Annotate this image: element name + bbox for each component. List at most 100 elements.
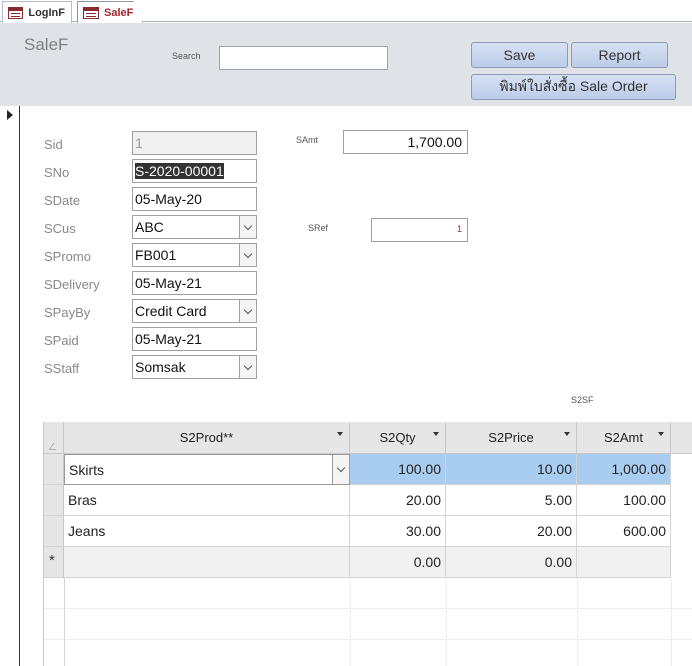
document-tab-strip: LogInF SaleF [0, 0, 692, 23]
form-header: SaleF Search Save Report พิมพ์ใบสั่งซื้อ… [0, 23, 692, 106]
empty-row [44, 578, 692, 609]
grid-line [64, 578, 65, 666]
select-all-corner[interactable] [44, 422, 64, 454]
tab-loginf-label: LogInF [28, 6, 65, 19]
grid-line [350, 578, 351, 666]
spromo-dropdown-button[interactable] [239, 244, 256, 266]
column-sort-icon[interactable] [564, 432, 570, 436]
table-cell-prod[interactable] [64, 547, 350, 578]
prod-value: Skirts [69, 462, 104, 478]
sstaff-dropdown-button[interactable] [239, 356, 256, 378]
sdate-field[interactable]: 05-May-20 [132, 187, 257, 211]
search-label: Search [172, 51, 201, 61]
row-selector[interactable] [44, 516, 64, 547]
subform-label: S2SF [571, 395, 594, 405]
column-header-s2price-label: S2Price [488, 430, 534, 445]
spromo-combo[interactable]: FB001 [132, 243, 257, 267]
sno-field[interactable]: S-2020-00001 [132, 159, 257, 183]
tab-salef-label: SaleF [104, 6, 134, 19]
sdate-label: SDate [44, 193, 81, 208]
empty-row [44, 609, 692, 640]
current-record-icon [7, 110, 13, 120]
column-header-s2amt-label: S2Amt [603, 430, 643, 445]
table-cell-price[interactable]: 5.00 [446, 485, 577, 516]
table-cell-qty[interactable]: 100.00 [350, 454, 446, 485]
save-button[interactable]: Save [471, 42, 568, 68]
column-header-s2qty[interactable]: S2Qty [350, 422, 446, 454]
spayby-combo[interactable]: Credit Card [132, 299, 257, 323]
column-header-s2qty-label: S2Qty [379, 430, 416, 445]
table-cell-amt[interactable]: 600.00 [577, 516, 671, 547]
column-header-empty [671, 422, 692, 454]
print-sale-order-button[interactable]: พิมพ์ใบสั่งซื้อ Sale Order [471, 74, 676, 100]
table-cell-qty[interactable]: 20.00 [350, 485, 446, 516]
column-header-s2amt[interactable]: S2Amt [577, 422, 671, 454]
sdelivery-label: SDelivery [44, 277, 100, 292]
report-button[interactable]: Report [571, 42, 668, 68]
form-icon [8, 6, 24, 19]
sstaff-value: Somsak [135, 359, 186, 375]
sno-value: S-2020-00001 [135, 163, 224, 179]
sid-field[interactable]: 1 [132, 131, 257, 155]
scus-combo[interactable]: ABC [132, 215, 257, 239]
column-header-s2price[interactable]: S2Price [446, 422, 577, 454]
spromo-value: FB001 [135, 247, 177, 263]
chevron-down-icon [243, 361, 253, 370]
chevron-down-icon [243, 249, 253, 258]
scus-label: SCus [44, 221, 76, 236]
spayby-dropdown-button[interactable] [239, 300, 256, 322]
samt-field[interactable]: 1,700.00 [343, 130, 468, 154]
select-all-icon [48, 443, 61, 450]
spaid-label: SPaid [44, 333, 79, 348]
sno-label: SNo [44, 165, 70, 180]
sref-field[interactable]: 1 [371, 218, 468, 242]
table-cell-prod[interactable]: Bras [64, 485, 350, 516]
empty-row [44, 640, 692, 666]
table-cell-amt[interactable] [577, 547, 671, 578]
spromo-label: SPromo [44, 249, 91, 264]
grid-line [446, 578, 447, 666]
scus-value: ABC [135, 219, 164, 235]
spayby-value: Credit Card [135, 303, 207, 319]
chevron-down-icon [243, 221, 253, 230]
record-selector[interactable] [0, 106, 20, 666]
sref-label: SRef [308, 223, 329, 233]
spaid-field[interactable]: 05-May-21 [132, 327, 257, 351]
column-sort-icon[interactable] [337, 432, 343, 436]
search-input[interactable] [219, 46, 388, 70]
table-cell-price[interactable]: 10.00 [446, 454, 577, 485]
form-title: SaleF [24, 35, 69, 54]
chevron-down-icon [243, 305, 253, 314]
chevron-down-icon [336, 463, 346, 473]
row-selector[interactable] [44, 485, 64, 516]
table-cell-price[interactable]: 0.00 [446, 547, 577, 578]
table-cell-price[interactable]: 20.00 [446, 516, 577, 547]
sdelivery-field[interactable]: 05-May-21 [132, 271, 257, 295]
s2sf-datasheet[interactable]: S2Prod** S2Qty S2Price S2Amt Skirts 100.… [43, 422, 692, 666]
table-cell-qty[interactable]: 30.00 [350, 516, 446, 547]
table-cell-prod[interactable]: Jeans [64, 516, 350, 547]
grid-line [671, 578, 672, 666]
scus-dropdown-button[interactable] [239, 216, 256, 238]
table-cell-qty[interactable]: 0.00 [350, 547, 446, 578]
column-header-s2prod-label: S2Prod** [179, 430, 234, 445]
tab-loginf[interactable]: LogInF [2, 1, 72, 23]
prod-dropdown-button[interactable] [332, 455, 349, 484]
form-icon [83, 6, 99, 19]
table-cell-amt[interactable]: 1,000.00 [577, 454, 671, 485]
tab-salef[interactable]: SaleF [77, 1, 143, 23]
sstaff-combo[interactable]: Somsak [132, 355, 257, 379]
row-selector[interactable] [44, 454, 64, 485]
sstaff-label: SStaff [44, 361, 80, 376]
sid-label: Sid [44, 137, 63, 152]
table-cell-amt[interactable]: 100.00 [577, 485, 671, 516]
grid-line [577, 578, 578, 666]
column-header-s2prod[interactable]: S2Prod** [64, 422, 350, 454]
new-record-icon: * [49, 552, 55, 569]
table-cell-prod[interactable]: Skirts [64, 454, 350, 485]
column-sort-icon[interactable] [433, 432, 439, 436]
column-sort-icon[interactable] [658, 432, 664, 436]
samt-label: SAmt [296, 135, 319, 145]
new-record-selector[interactable]: * [44, 547, 64, 578]
spayby-label: SPayBy [44, 305, 91, 320]
